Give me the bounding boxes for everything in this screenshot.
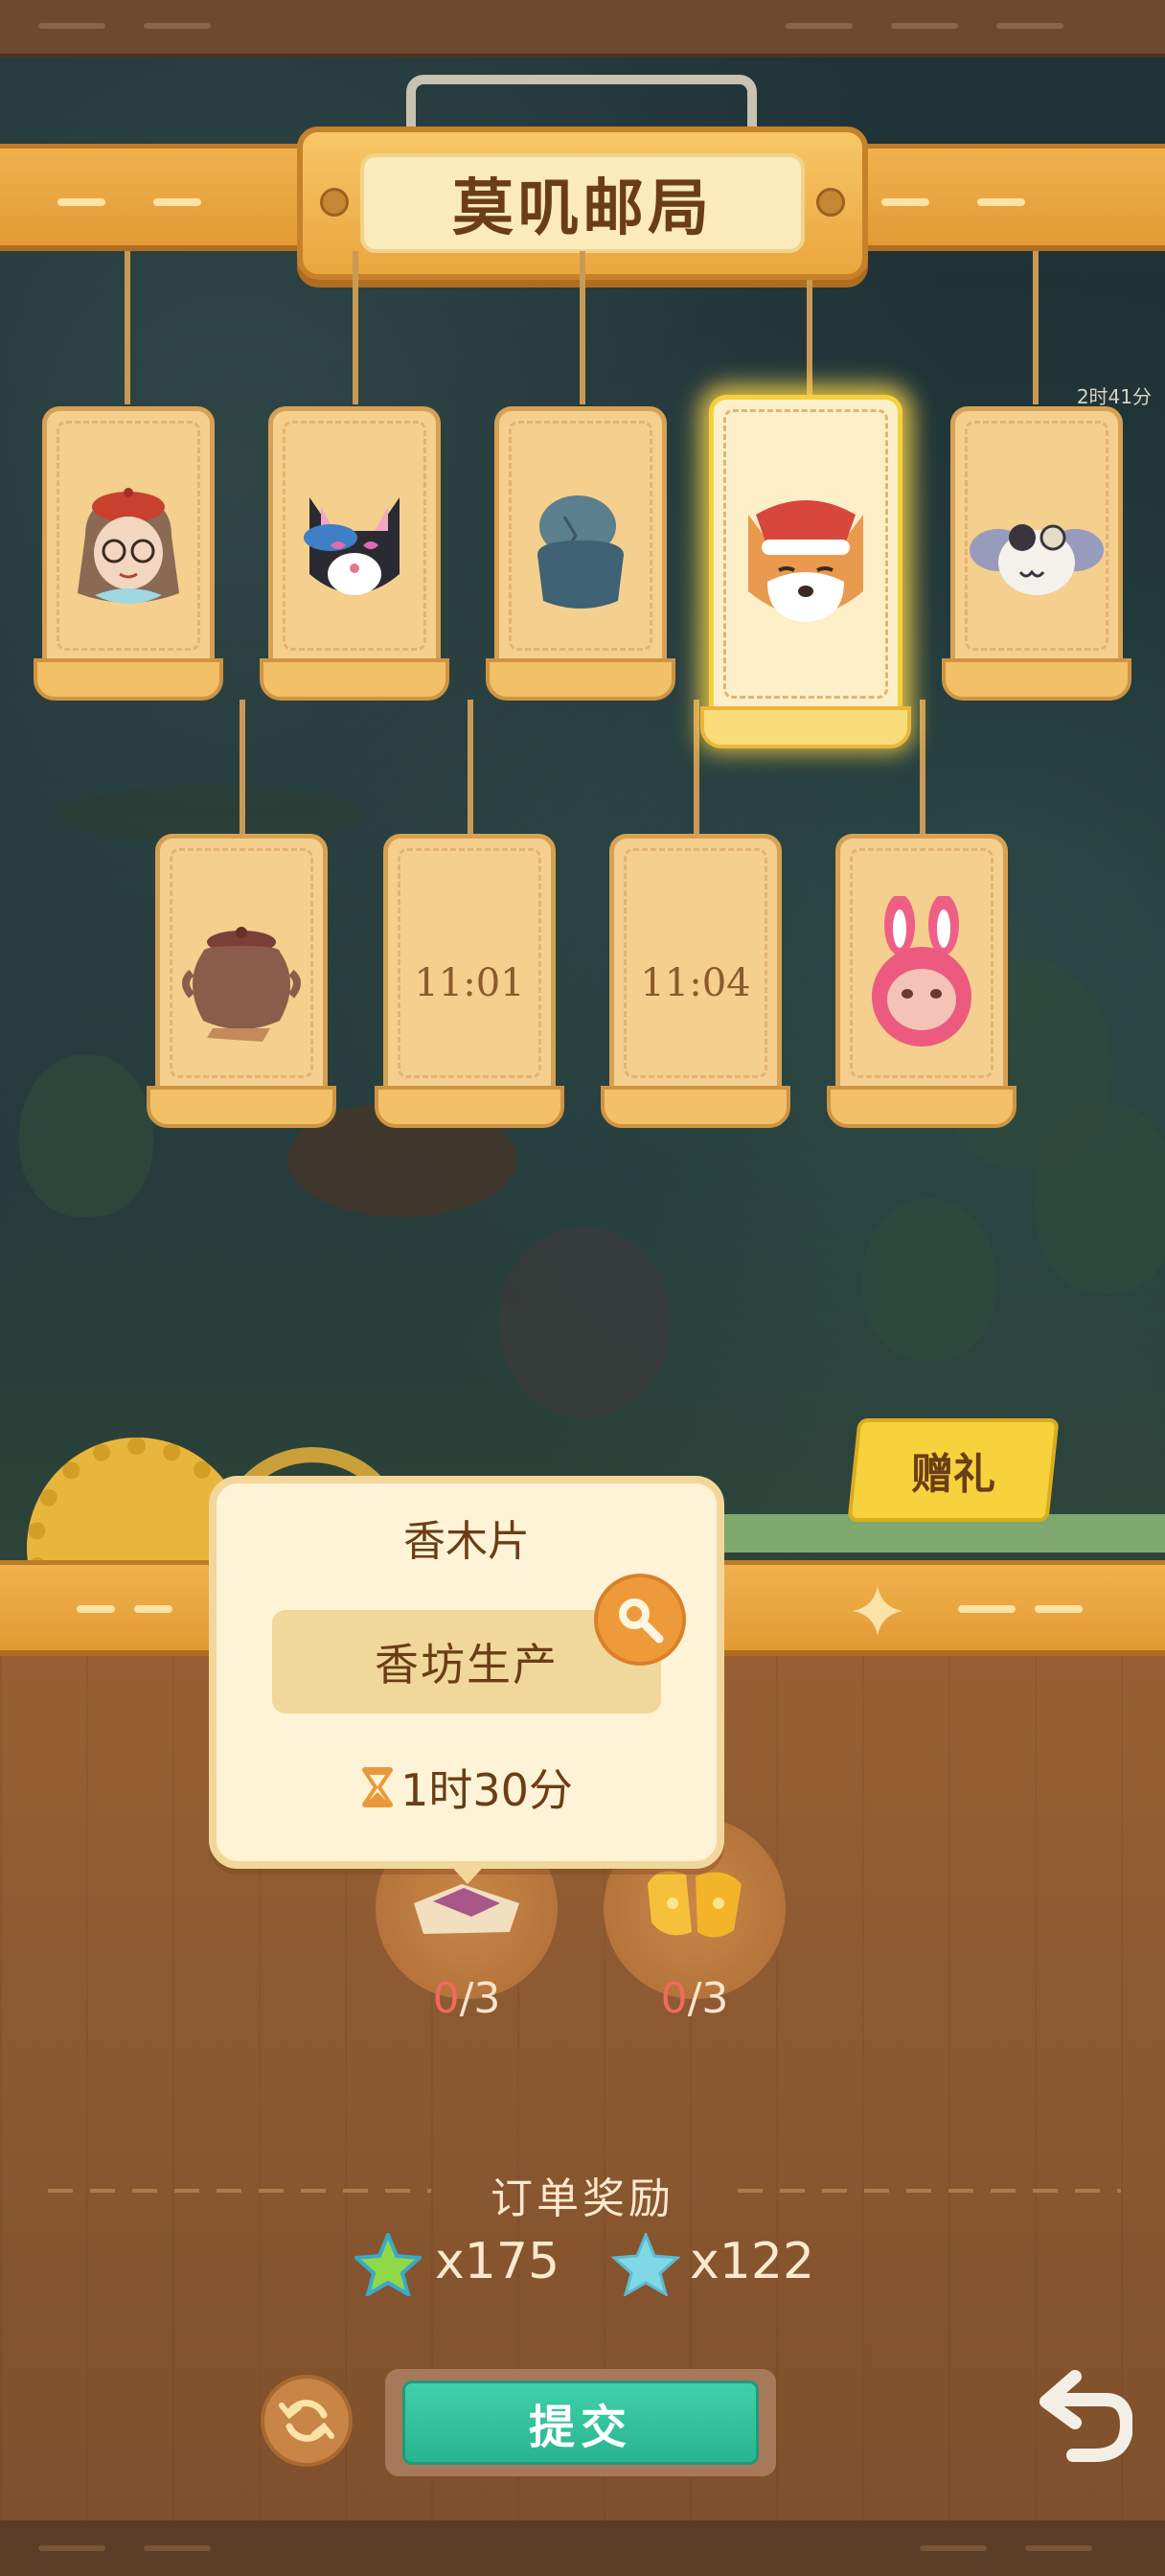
blue-stone-pot-icon — [537, 495, 624, 609]
card-countdown: 11:04 — [640, 961, 751, 1005]
order-card-stone-pot[interactable] — [486, 406, 675, 701]
production-time-value: 1时30分 — [400, 1764, 573, 1816]
refresh-button[interactable] — [261, 2375, 353, 2467]
page-title: 莫叽邮局 — [452, 173, 713, 244]
sparkle-icon — [853, 1586, 902, 1636]
grandma-beret-icon — [78, 488, 179, 604]
corgi-santa-hat-icon — [748, 500, 863, 622]
bottom-wood-frame — [0, 2520, 1165, 2576]
item-name: 香木片 — [403, 1517, 530, 1566]
magnifier-icon — [619, 1598, 664, 1644]
production-time: 1时30分 — [209, 1756, 724, 1819]
tooltip-pointer — [446, 1861, 489, 1884]
reward-title: 订单奖励 — [491, 2174, 674, 2223]
ingredient-count-2: 0/3 — [660, 1974, 729, 2023]
gift-button[interactable]: 赠礼 — [847, 1418, 1060, 1522]
yellow-bread-icon — [648, 1871, 742, 1938]
background-timer: 2时41分 — [1076, 385, 1152, 408]
order-card-black-cat[interactable] — [260, 406, 449, 701]
pink-bunny-hood-icon — [872, 896, 971, 1046]
locate-source-button[interactable] — [594, 1574, 686, 1666]
title-plate: 莫叽邮局 — [360, 153, 805, 253]
back-arrow-icon[interactable] — [1027, 2367, 1132, 2472]
submit-button[interactable]: 提交 — [402, 2380, 759, 2465]
order-card-pink-bunny[interactable] — [827, 834, 1017, 1128]
gift-label: 赠礼 — [911, 1450, 995, 1499]
green-star-icon — [354, 2233, 422, 2296]
clay-jar-icon — [182, 927, 301, 1042]
order-card-timer-1[interactable]: 11:01 — [375, 834, 564, 1128]
order-card-clockwork-bug[interactable] — [942, 406, 1131, 701]
hourglass-icon — [362, 1767, 394, 1807]
clockwork-bug-icon — [970, 524, 1104, 595]
reward-amount-green: x175 — [435, 2233, 560, 2290]
card-countdown: 11:01 — [414, 961, 525, 1005]
order-card-grandma[interactable] — [34, 406, 223, 701]
order-card-timer-2[interactable]: 11:04 — [601, 834, 790, 1128]
refresh-icon — [279, 2400, 334, 2442]
order-card-clay-jar[interactable] — [147, 834, 336, 1128]
ingredient-count-1: 0/3 — [432, 1974, 501, 2023]
reward-amount-blue: x122 — [690, 2233, 815, 2290]
order-card-corgi-selected[interactable] — [700, 395, 911, 748]
sign-hanger — [406, 75, 757, 132]
blue-star-icon — [611, 2233, 680, 2296]
black-cat-sunglasses-icon — [304, 497, 400, 595]
top-wood-frame — [0, 0, 1165, 58]
